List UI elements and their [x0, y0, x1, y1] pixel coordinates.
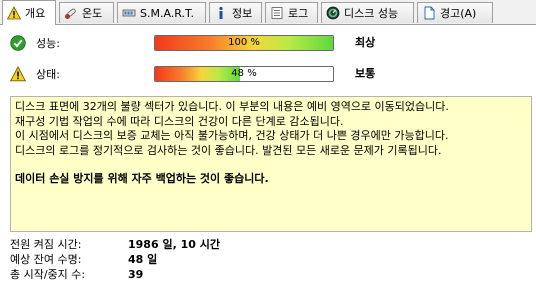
tab-alerts[interactable]: 경고(A)	[417, 2, 493, 23]
stat-value: 39	[128, 268, 144, 281]
warning-icon	[7, 6, 21, 20]
tab-label: 개요	[25, 7, 46, 20]
tab-disk-performance[interactable]: 디스크 성능	[321, 2, 414, 23]
gauge-icon	[326, 6, 340, 20]
info-line: 디스크의 로그를 정기적으로 검사하는 것이 좋습니다. 발견된 모든 새로운 …	[15, 143, 442, 157]
health-value: 48 %	[231, 68, 257, 79]
health-bar: 48 %	[154, 66, 334, 82]
performance-label: 성능:	[36, 37, 60, 50]
health-verdict: 보통	[355, 67, 376, 80]
tab-label: 온도	[82, 7, 103, 20]
info-line: 재구성 기법 작업의 수에 따라 디스크의 건강이 다른 단계로 감소됩니다.	[15, 114, 344, 128]
smart-icon	[122, 6, 136, 20]
tab-log[interactable]: 로그	[265, 2, 318, 23]
stat-start-stop-count: 총 시작/중지 수: 39	[10, 268, 143, 282]
backup-warning: 데이터 손실 방지를 위해 자주 백업하는 것이 좋습니다.	[15, 172, 269, 186]
performance-verdict: 최상	[355, 36, 376, 49]
tab-overview[interactable]: 개요	[2, 0, 56, 25]
tab-info[interactable]: 정보	[209, 2, 262, 23]
tab-bar: 개요 온도 S.M.A.R.T. 정보 로그 디스크 성능 경고(A)	[0, 0, 536, 25]
log-icon	[270, 6, 284, 20]
info-icon	[214, 6, 228, 20]
tab-temperature[interactable]: 온도	[59, 2, 114, 23]
stat-value: 1986 일, 10 시간	[128, 238, 220, 251]
performance-row: 성능:	[10, 33, 156, 53]
info-line: 이 시점에서 디스크의 보증 교체는 아직 불가능하며, 건강 상태가 더 나쁜…	[15, 129, 449, 143]
performance-value: 100 %	[228, 37, 260, 48]
tab-label: 정보	[232, 7, 253, 20]
info-line: 디스크 표면에 32개의 불량 섹터가 있습니다. 이 부분의 내용은 예비 영…	[15, 100, 449, 113]
stat-estimated-lifetime: 예상 잔여 수명: 48 일	[10, 253, 157, 267]
alert-page-icon	[422, 6, 436, 20]
thermometer-icon	[64, 6, 78, 20]
health-row: 상태:	[10, 64, 156, 84]
tab-label: 로그	[288, 7, 309, 20]
tab-label: 디스크 성능	[344, 7, 399, 20]
info-message-box: 디스크 표면에 32개의 불량 섹터가 있습니다. 이 부분의 내용은 예비 영…	[10, 96, 532, 232]
stat-value: 48 일	[128, 253, 158, 266]
warning-icon	[10, 66, 26, 82]
check-icon	[10, 35, 26, 51]
stat-label: 전원 켜짐 시간:	[10, 238, 82, 251]
tab-label: S.M.A.R.T.	[140, 6, 194, 20]
stat-label: 예상 잔여 수명:	[10, 253, 82, 266]
stat-label: 총 시작/중지 수:	[10, 268, 86, 281]
performance-bar: 100 %	[154, 35, 334, 51]
tab-smart[interactable]: S.M.A.R.T.	[117, 2, 206, 23]
tab-label: 경고(A)	[440, 7, 477, 20]
stat-power-on-time: 전원 켜짐 시간: 1986 일, 10 시간	[10, 238, 220, 252]
health-label: 상태:	[36, 68, 60, 81]
